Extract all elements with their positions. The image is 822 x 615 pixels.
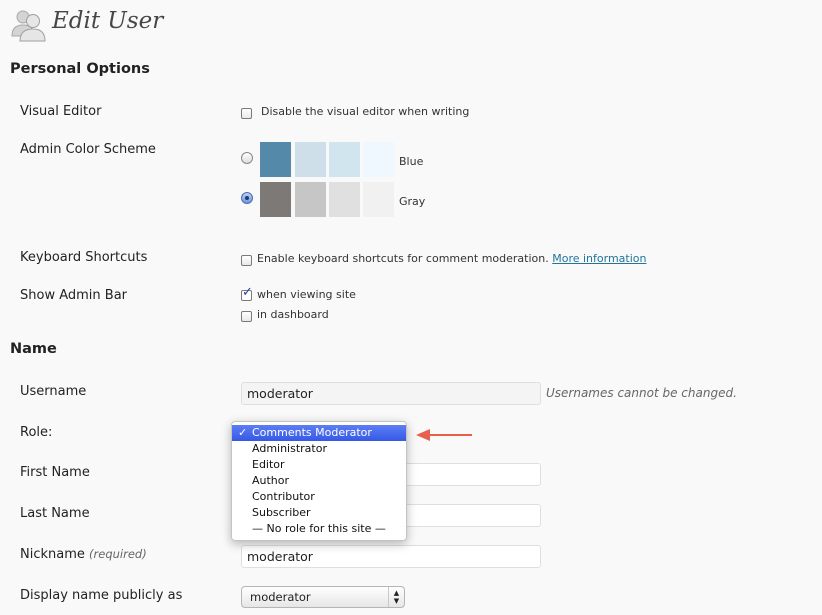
color-scheme-blue-label: Blue (399, 155, 424, 168)
admin-bar-dashboard-label: in dashboard (257, 308, 329, 321)
color-swatch (329, 142, 360, 177)
username-label: Username (20, 384, 87, 399)
visual-editor-label: Visual Editor (20, 104, 102, 119)
role-option[interactable]: Editor (232, 457, 406, 473)
keyboard-shortcuts-label: Keyboard Shortcuts (20, 250, 148, 265)
personal-options-heading: Personal Options (10, 61, 150, 77)
color-scheme-gray-label: Gray (399, 195, 426, 208)
last-name-label: Last Name (20, 506, 90, 521)
role-label: Role: (20, 425, 53, 440)
first-name-label: First Name (20, 465, 90, 480)
nickname-label: Nickname (required) (20, 547, 147, 562)
color-swatch (295, 142, 326, 177)
role-option-selected[interactable]: ✓ Comments Moderator (232, 425, 406, 441)
role-dropdown[interactable]: ✓ Comments Moderator Administrator Editor… (231, 421, 407, 541)
checkmark-icon: ✓ (238, 426, 248, 439)
users-icon (11, 10, 46, 42)
visual-editor-checkbox-label: Disable the visual editor when writing (261, 105, 470, 118)
checkmark-icon: ✓ (242, 285, 253, 300)
nickname-field[interactable]: moderator (241, 545, 541, 568)
admin-bar-dashboard-checkbox[interactable] (241, 311, 252, 322)
color-scheme-gray-radio[interactable] (241, 192, 253, 204)
color-swatch (295, 182, 326, 217)
display-name-value: moderator (250, 590, 311, 604)
color-scheme-label: Admin Color Scheme (20, 142, 156, 157)
color-scheme-blue-radio[interactable] (241, 152, 253, 164)
color-swatch (363, 182, 394, 217)
color-swatch (260, 182, 291, 217)
visual-editor-checkbox[interactable] (241, 108, 252, 119)
role-option[interactable]: Author (232, 473, 406, 489)
role-option[interactable]: Contributor (232, 489, 406, 505)
required-marker: (required) (89, 547, 147, 561)
annotation-arrow-icon (416, 429, 472, 441)
display-name-select[interactable]: moderator ▲ ▼ (241, 586, 405, 608)
name-heading: Name (10, 341, 57, 357)
username-hint: Usernames cannot be changed. (546, 386, 737, 400)
role-option[interactable]: Subscriber (232, 505, 406, 521)
more-information-link[interactable]: More information (552, 252, 646, 265)
color-swatch (260, 142, 291, 177)
admin-bar-site-label: when viewing site (257, 288, 356, 301)
admin-bar-label: Show Admin Bar (20, 288, 128, 303)
color-swatch (329, 182, 360, 217)
keyboard-shortcuts-checkbox[interactable] (241, 255, 252, 266)
admin-bar-site-checkbox[interactable]: ✓ (241, 286, 253, 301)
page-title: Edit User (52, 8, 164, 34)
keyboard-shortcuts-checkbox-label: Enable keyboard shortcuts for comment mo… (257, 252, 647, 265)
username-field[interactable]: moderator (241, 382, 541, 405)
color-swatch (363, 142, 394, 177)
role-option[interactable]: — No role for this site — (232, 521, 406, 537)
role-option[interactable]: Administrator (232, 441, 406, 457)
select-arrows-icon: ▲ ▼ (388, 587, 404, 607)
display-name-label: Display name publicly as (20, 588, 183, 603)
